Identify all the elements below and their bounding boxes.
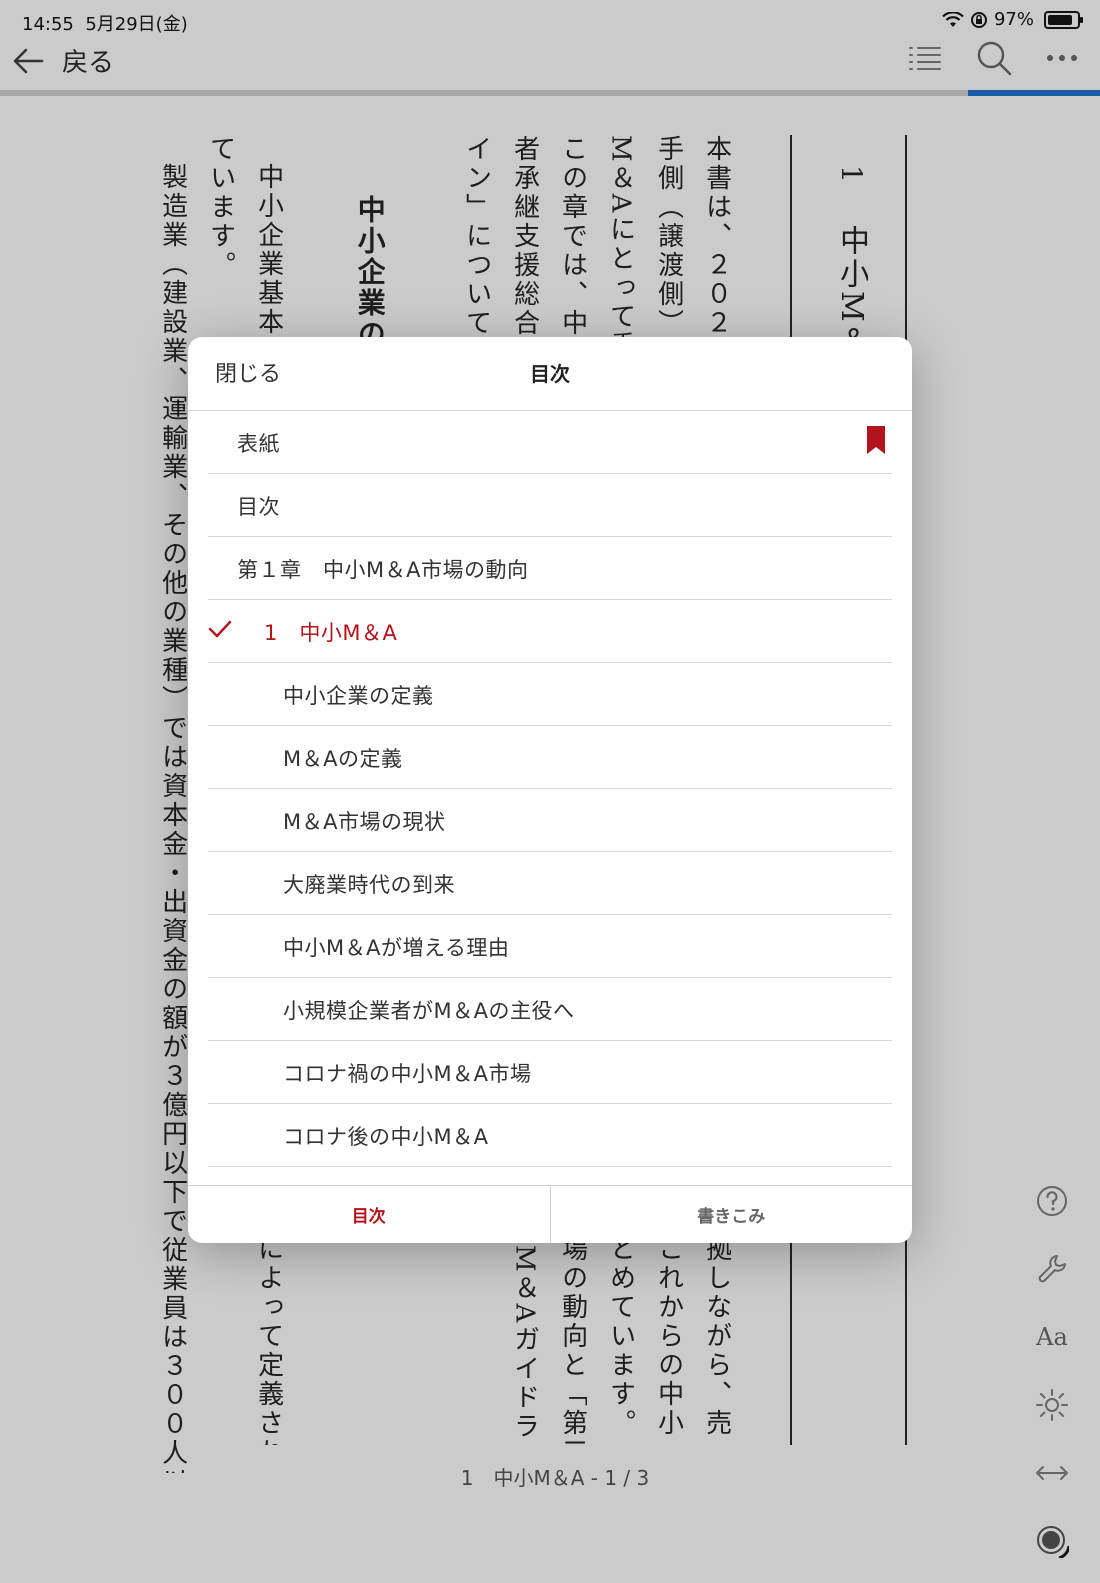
text-column-bottom: によって定義され	[254, 1235, 283, 1445]
orientation-lock-icon	[970, 11, 987, 28]
toc-item[interactable]: 第１章 中小M＆A市場の動向	[208, 537, 892, 600]
settings-button[interactable]	[1032, 1250, 1072, 1288]
font-size-button[interactable]: Aa	[1032, 1318, 1072, 1356]
more-icon[interactable]	[1046, 53, 1078, 63]
side-toolbar: Aa	[1024, 1182, 1080, 1560]
modal-tabs: 目次 書きこみ	[188, 1185, 912, 1243]
back-label: 戻る	[62, 48, 115, 78]
toc-item[interactable]: 中小企業の定義	[208, 663, 892, 726]
date-text: 5月29日(金)	[85, 14, 188, 35]
battery-icon	[1044, 10, 1083, 29]
record-icon	[1037, 1526, 1069, 1558]
status-time: 14:55 5月29日(金)	[22, 10, 188, 36]
toc-item-label: 第１章 中小M＆A市場の動向	[237, 558, 529, 582]
toc-item-label: 目次	[237, 495, 280, 519]
reading-progress-bar	[0, 90, 1100, 96]
toc-item-label: 表紙	[237, 432, 280, 456]
status-bar: 14:55 5月29日(金) 97%	[0, 0, 1100, 40]
toc-item[interactable]: 大廃業時代の到来	[208, 852, 892, 915]
toc-item[interactable]: コロナ後の中小M＆A	[208, 1104, 892, 1167]
tab-toc[interactable]: 目次	[188, 1186, 550, 1243]
font-size-label: Aa	[1036, 1323, 1068, 1351]
toc-item[interactable]: 中小M＆Aが増える理由	[208, 915, 892, 978]
toc-item[interactable]: 表紙	[208, 411, 892, 474]
status-indicators: 97%	[942, 9, 1083, 30]
toc-item[interactable]: M＆Aの定義	[208, 726, 892, 789]
toc-item[interactable]: 1 中小M＆A	[208, 600, 892, 663]
modal-header: 閉じる 目次	[188, 337, 912, 411]
text-column-bottom: 場の動向と「第三	[558, 1235, 587, 1445]
time-text: 14:55	[22, 14, 74, 35]
toc-item-label: 大廃業時代の到来	[283, 873, 455, 897]
page-width-button[interactable]	[1032, 1454, 1072, 1492]
toc-item-label: コロナ後の中小M＆A	[283, 1125, 489, 1149]
text-column-bottom: とめています。	[606, 1235, 635, 1438]
horizontal-arrows-icon	[1036, 1466, 1068, 1480]
modal-title: 目次	[530, 362, 570, 386]
help-icon	[1037, 1186, 1067, 1216]
toc-item-label: コロナ禍の中小M＆A市場	[283, 1062, 532, 1086]
toc-item[interactable]: M＆A市場の現状	[208, 789, 892, 852]
battery-percent: 97%	[993, 9, 1034, 30]
tab-notes[interactable]: 書きこみ	[549, 1186, 913, 1243]
toc-modal: 閉じる 目次 表紙 目次 第１章 中小M＆A市場の動向 1 中小M＆A 中小企業の定義 M…	[188, 337, 912, 1243]
checkmark-icon	[208, 620, 232, 638]
toc-item-label: M＆A市場の現状	[283, 810, 446, 834]
toc-item-label: 小規模企業者がM＆Aの主役へ	[283, 999, 575, 1023]
text-column-bottom: 拠しながら、売	[702, 1235, 731, 1438]
record-button[interactable]	[1032, 1522, 1072, 1560]
text-column: 製造業（建設業、運輸業、その他の業種）では資本金・出資金の額が３億円以下で従業員…	[158, 163, 187, 1473]
search-icon[interactable]	[976, 40, 1012, 76]
toc-item-label: 中小企業の定義	[283, 684, 434, 708]
help-button[interactable]	[1032, 1182, 1072, 1220]
toc-item-label: M＆Aの定義	[283, 747, 403, 771]
wifi-icon	[942, 11, 964, 27]
text-column-bottom: これからの中小	[654, 1235, 683, 1438]
text-column-bottom: M＆Aガイドラ	[510, 1245, 539, 1442]
page-location: 1 中小M＆A - 1 / 3	[460, 1466, 650, 1490]
bookmark-icon	[867, 426, 885, 454]
brightness-button[interactable]	[1032, 1386, 1072, 1424]
nav-bar: 戻る	[0, 36, 1100, 92]
toc-list-icon[interactable]	[908, 44, 942, 72]
wrench-icon	[1038, 1255, 1066, 1283]
toc-item-label: 1 中小M＆A	[264, 621, 398, 645]
reading-progress-fill	[968, 90, 1100, 96]
brightness-icon	[1036, 1389, 1068, 1421]
toc-item[interactable]: 小規模企業者がM＆Aの主役へ	[208, 978, 892, 1041]
back-button[interactable]: 戻る	[12, 42, 114, 79]
toc-item[interactable]: 目次	[208, 474, 892, 537]
toc-item[interactable]: コロナ禍の中小M＆A市場	[208, 1041, 892, 1104]
nav-icons	[908, 40, 1078, 76]
arrow-left-icon	[13, 48, 44, 73]
toc-item-label: 中小M＆Aが増える理由	[283, 936, 510, 960]
toc-list: 表紙目次第１章 中小M＆A市場の動向 1 中小M＆A 中小企業の定義 M＆Aの定義 M＆…	[188, 411, 912, 1167]
